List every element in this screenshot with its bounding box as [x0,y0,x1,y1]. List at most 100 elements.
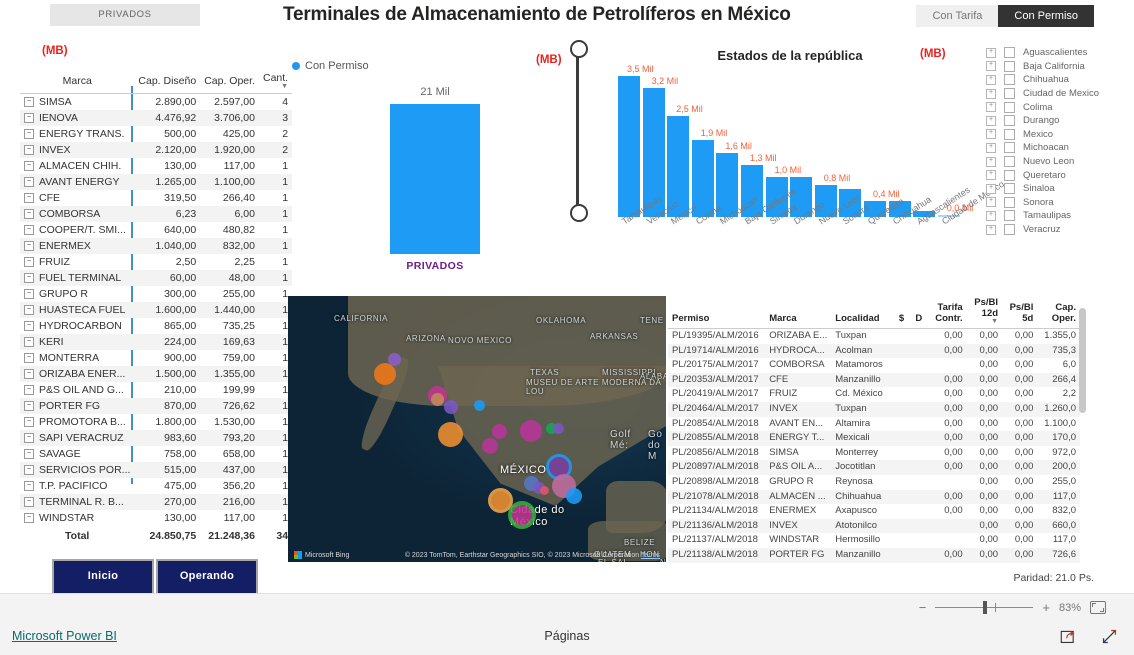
cell-marca[interactable]: − COMBORSA [20,206,134,222]
expand-icon[interactable]: + [986,224,996,235]
footer-icons[interactable] [1060,628,1118,645]
expand-icon[interactable]: − [24,305,34,316]
table-row[interactable]: − FUEL TERMINAL 60,00 48,00 1 [20,270,293,286]
detail-table-scrollbar[interactable] [1079,308,1086,413]
expand-icon[interactable]: + [986,156,996,167]
dcol-marca[interactable]: Marca [765,296,832,329]
dcol-d[interactable]: D [908,296,927,329]
expand-icon[interactable]: + [986,210,996,221]
cell-marca[interactable]: − CFE [20,190,134,206]
expand-icon[interactable]: − [24,225,34,236]
cell-marca[interactable]: − HYDROCARBON [20,318,134,334]
dcol-psbl-12d[interactable]: Ps/Bl 12d ▼ [966,296,1003,329]
zoom-slider-thumb[interactable] [983,601,988,614]
dcol-permiso[interactable]: Permiso [668,296,766,329]
table-row[interactable]: PL/20897/ALM/2018 P&S OIL A... Jocotitlan 0… [668,460,1080,475]
checkbox[interactable] [1004,183,1015,195]
expand-icon[interactable]: − [24,161,34,172]
pages-button[interactable]: Páginas [0,629,1134,643]
cell-marca[interactable]: − COOPER/T. SMI... [20,222,134,238]
table-row[interactable]: − INVEX 2.120,00 1.920,00 2 [20,142,293,158]
col-cap-oper[interactable]: Cap. Oper. [200,70,259,94]
expand-icon[interactable]: + [986,197,996,208]
table-row[interactable]: PL/21134/ALM/2018 ENERMEX Axapusco 0,00 0,00… [668,504,1080,519]
checkbox[interactable] [1004,88,1015,100]
table-row[interactable]: − COOPER/T. SMI... 640,00 480,82 1 [20,222,292,238]
expand-icon[interactable]: − [24,481,34,492]
operando-button[interactable]: Operando [156,559,258,595]
terminals-map[interactable]: CALIFORNIA ARIZONA NOVO MEXICO OKLAHOMA … [288,296,666,562]
expand-icon[interactable]: − [24,257,34,268]
table-row[interactable]: − COMBORSA 6,23 6,00 1 [20,206,293,222]
checkbox[interactable] [1004,156,1015,168]
expand-icon[interactable]: + [986,183,996,194]
expand-icon[interactable]: − [24,289,34,300]
cell-marca[interactable]: − TERMINAL R. B... [20,494,134,510]
table-row[interactable]: − CFE 319,50 266,40 1 [20,190,292,206]
table-row[interactable]: PL/20419/ALM/2017 FRUIZ Cd. México 0,00 0,00… [668,387,1080,402]
table-row[interactable]: PL/20855/ALM/2018 ENERGY T... Mexicali 0,00… [668,431,1080,446]
table-row[interactable]: − SAVAGE 758,00 658,00 1 [20,446,292,462]
table-row[interactable]: − P&S OIL AND G... 210,00 199,99 1 [20,382,292,398]
chart-legend-con-permiso[interactable]: Con Permiso [292,60,369,72]
slicer-item[interactable]: + Veracruz [986,223,1134,237]
expand-icon[interactable]: + [986,88,996,99]
checkbox[interactable] [1004,47,1015,59]
checkbox[interactable] [1004,142,1015,154]
checkbox[interactable] [1004,101,1015,113]
expand-icon[interactable]: − [24,113,34,124]
expand-icon[interactable]: − [24,417,34,428]
cell-marca[interactable]: − IENOVA [20,110,134,126]
expand-icon[interactable]: − [24,449,34,460]
cell-marca[interactable]: − T.P. PACIFICO [20,478,134,494]
table-row[interactable]: − SIMSA 2.890,00 2.597,00 4 [20,94,292,111]
slicer-item[interactable]: + Nuevo Leon [986,155,1134,169]
zoom-out-button[interactable]: − [919,600,927,615]
share-icon[interactable] [1060,628,1077,645]
slicer-item[interactable]: + Aguascalientes [986,46,1134,60]
table-row[interactable]: − ENERMEX 1.040,00 832,00 1 [20,238,293,254]
slicer-item[interactable]: + Michoacan [986,141,1134,155]
slicer-item[interactable]: + Chihuahua [986,73,1134,87]
checkbox[interactable] [1004,74,1015,86]
expand-icon[interactable]: + [986,129,996,140]
expand-icon[interactable]: − [24,209,34,220]
table-row[interactable]: − T.P. PACIFICO 475,00 356,20 1 [20,478,292,494]
table-row[interactable]: PL/20898/ALM/2018 GRUPO R Reynosa 0,00 0,00 2… [668,475,1080,490]
privados-button[interactable]: PRIVADOS [50,4,200,26]
cell-marca[interactable]: − SERVICIOS POR... [20,462,134,478]
checkbox[interactable] [1004,196,1015,208]
expand-icon[interactable]: − [24,193,34,204]
cell-marca[interactable]: − INVEX [20,142,134,158]
dcol-localidad[interactable]: Localidad [831,296,892,329]
table-row[interactable]: − ALMACEN CHIH. 130,00 117,00 1 [20,158,292,174]
table-row[interactable]: − MONTERRA 900,00 759,00 1 [20,350,292,366]
table-row[interactable]: − PROMOTORA B... 1.800,00 1.530,00 1 [20,414,292,430]
slicer-item[interactable]: + Colima [986,100,1134,114]
cell-marca[interactable]: − SAPI VERACRUZ [20,430,134,446]
expand-icon[interactable]: − [24,97,34,108]
table-row[interactable]: − ENERGY TRANS. 500,00 425,00 2 [20,126,292,142]
bar-column[interactable]: 3,5 Mil [618,64,654,217]
fit-to-screen-icon[interactable] [1090,601,1106,614]
expand-icon[interactable]: − [24,337,34,348]
zoom-controls[interactable]: − + 83% [919,594,1106,621]
expand-icon[interactable]: − [24,353,34,364]
expand-icon[interactable]: − [24,177,34,188]
table-row[interactable]: − SERVICIOS POR... 515,00 437,00 1 [20,462,293,478]
inicio-button[interactable]: Inicio [52,559,154,595]
cell-marca[interactable]: − GRUPO R [20,286,134,302]
estado-slicer[interactable]: + Aguascalientes + Baja California + Chihuahu… [986,46,1134,236]
cell-marca[interactable]: − P&S OIL AND G... [20,382,134,398]
table-row[interactable]: PL/21136/ALM/2018 INVEX Atotonilco 0,00 0,00… [668,518,1080,534]
checkbox[interactable] [1004,60,1015,72]
table-row[interactable]: PL/20854/ALM/2018 AVANT EN... Altamira 0,00… [668,417,1080,432]
table-row[interactable]: − AVANT ENERGY 1.265,00 1.100,00 1 [20,174,293,190]
expand-icon[interactable]: + [986,102,996,113]
expand-icon[interactable]: − [24,385,34,396]
map-terms-link[interactable]: Terms [641,552,660,559]
col-cant[interactable]: Cant. ▼ [258,70,293,94]
fullscreen-icon[interactable] [1101,628,1118,645]
expand-icon[interactable]: − [24,241,34,252]
table-row[interactable]: PL/21078/ALM/2018 ALMACEN ... Chihuahua 0,0… [668,489,1080,505]
